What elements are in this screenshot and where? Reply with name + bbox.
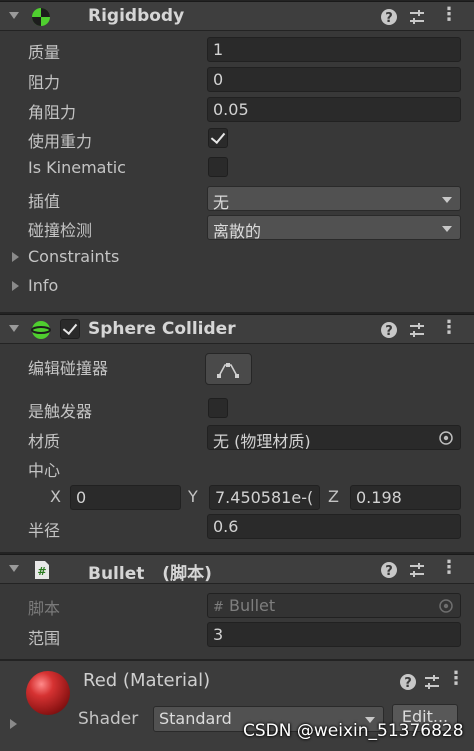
center-z-field[interactable]: 0.198 [350, 485, 461, 510]
center-y-label[interactable]: Y [188, 487, 198, 506]
use-gravity-label: 使用重力 [28, 132, 93, 151]
rigidbody-header[interactable]: Rigidbody ? ⋮ [0, 1, 474, 31]
more-options-icon[interactable]: ⋮ [440, 317, 458, 338]
drag-label: 阻力 [28, 73, 61, 92]
constraints-foldout[interactable]: Constraints [28, 247, 119, 266]
angular-drag-label: 角阻力 [28, 103, 77, 122]
range-label: 范围 [28, 629, 61, 648]
material-title: Red (Material) [83, 670, 211, 691]
sphere-collider-title: Sphere Collider [88, 319, 236, 339]
help-icon[interactable]: ? [398, 672, 418, 692]
angular-drag-field[interactable]: 0.05 [207, 97, 461, 122]
mass-label: 质量 [28, 43, 61, 62]
watermark-text: CSDN @weixin_51376828 [243, 721, 464, 741]
is-kinematic-checkbox[interactable] [208, 157, 228, 177]
sphere-collider-enabled-checkbox[interactable] [60, 319, 80, 339]
svg-text:?: ? [404, 676, 412, 691]
checkmark-icon [62, 319, 78, 336]
is-trigger-label: 是触发器 [28, 402, 93, 421]
svg-text:?: ? [385, 11, 393, 26]
interpolate-label: 插值 [28, 192, 61, 211]
collision-detection-value: 离散的 [213, 222, 262, 241]
fold-arrow-icon[interactable] [9, 565, 19, 572]
svg-text:?: ? [385, 324, 393, 339]
is-kinematic-label: Is Kinematic [28, 158, 126, 177]
sphere-collider-icon [31, 321, 51, 339]
more-options-icon[interactable]: ⋮ [440, 557, 458, 578]
material-label: 材质 [28, 432, 61, 451]
info-foldout[interactable]: Info [28, 276, 58, 295]
chevron-down-icon [442, 197, 452, 203]
more-options-icon[interactable]: ⋮ [440, 4, 458, 25]
script-file-icon: # [213, 600, 224, 615]
svg-text:?: ? [385, 564, 393, 579]
help-icon[interactable]: ? [379, 7, 399, 27]
sphere-collider-header[interactable]: Sphere Collider ? ⋮ [0, 314, 474, 344]
bullet-title-suffix: (脚本) [162, 564, 212, 584]
object-picker-icon[interactable] [438, 430, 454, 446]
object-picker-icon [439, 599, 453, 613]
interpolate-value: 无 [213, 193, 230, 212]
preset-icon[interactable] [407, 7, 427, 27]
mass-field[interactable]: 1 [207, 37, 461, 62]
collision-detection-dropdown[interactable]: 离散的 [207, 215, 461, 241]
is-trigger-checkbox[interactable] [208, 398, 228, 418]
interpolate-dropdown[interactable]: 无 [207, 186, 461, 212]
script-field: # Bullet [207, 593, 461, 618]
center-x-label[interactable]: X [50, 487, 61, 506]
use-gravity-checkbox[interactable] [208, 128, 228, 148]
material-preview-sphere [26, 671, 70, 715]
rigidbody-title: Rigidbody [88, 6, 185, 26]
expand-arrow-icon[interactable] [10, 719, 17, 729]
script-icon: # [35, 561, 49, 579]
chevron-down-icon [442, 226, 452, 232]
expand-arrow-icon[interactable] [12, 281, 19, 291]
range-field[interactable]: 3 [207, 622, 461, 647]
edit-collider-button[interactable] [205, 353, 252, 385]
drag-field[interactable]: 0 [207, 67, 461, 92]
edit-collider-label: 编辑碰撞器 [28, 359, 109, 378]
center-x-field[interactable]: 0 [70, 485, 181, 510]
bullet-title-text: Bullet [88, 564, 145, 584]
physic-material-field[interactable]: 无 (物理材质) [207, 425, 461, 450]
script-label: 脚本 [28, 599, 61, 618]
help-icon[interactable]: ? [379, 560, 399, 580]
expand-arrow-icon[interactable] [12, 252, 19, 262]
radius-label: 半径 [28, 521, 61, 540]
radius-field[interactable]: 0.6 [207, 514, 461, 539]
preset-icon[interactable] [407, 320, 427, 340]
collision-detection-label: 碰撞检测 [28, 221, 93, 240]
help-icon[interactable]: ? [379, 320, 399, 340]
bullet-script-header[interactable]: # Bullet (脚本) ? ⋮ [0, 554, 474, 584]
checkmark-icon [210, 128, 226, 145]
shader-value: Standard [159, 709, 232, 728]
preset-icon[interactable] [407, 560, 427, 580]
center-y-field[interactable]: 7.450581e-( [209, 485, 320, 510]
script-value: Bullet [229, 596, 276, 615]
more-options-icon[interactable]: ⋮ [447, 668, 465, 689]
fold-arrow-icon[interactable] [9, 12, 19, 19]
svg-text:#: # [37, 565, 46, 578]
center-z-label[interactable]: Z [328, 487, 339, 506]
bullet-script-title: Bullet (脚本) [88, 559, 212, 584]
shader-label: Shader [78, 709, 139, 729]
physic-material-value: 无 (物理材质) [213, 432, 311, 450]
edit-collider-icon [217, 363, 239, 378]
rigidbody-icon [32, 8, 50, 26]
center-label: 中心 [28, 461, 61, 480]
preset-icon[interactable] [422, 672, 442, 692]
fold-arrow-icon[interactable] [9, 325, 19, 332]
